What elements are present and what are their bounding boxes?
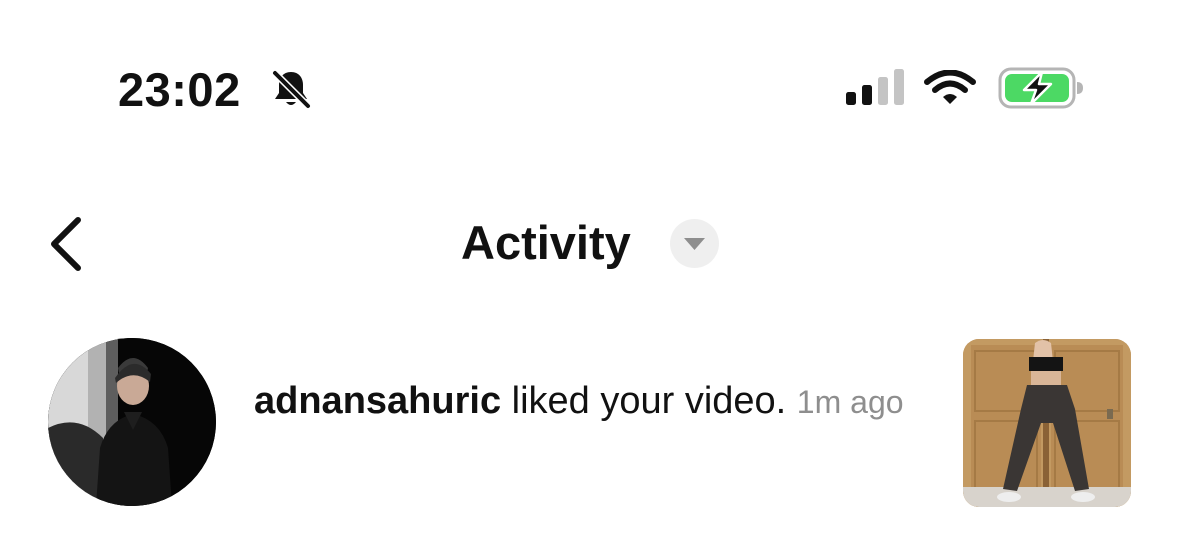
video-thumbnail[interactable] (963, 339, 1131, 507)
activity-filter-dropdown[interactable] (670, 219, 719, 268)
notification-username[interactable]: adnansahuric (254, 380, 501, 422)
avatar-photo (48, 338, 216, 506)
bell-slash-icon (271, 69, 312, 110)
video-thumbnail-image (963, 339, 1131, 507)
notification-text: adnansahuric liked your video. 1m ago (254, 376, 934, 427)
status-time: 23:02 (118, 63, 241, 116)
cellular-signal-icon (846, 69, 904, 105)
notification-action: liked your video. (501, 380, 797, 422)
notification-item[interactable]: adnansahuric liked your video. 1m ago (0, 330, 1179, 520)
user-avatar[interactable] (48, 338, 216, 506)
back-button[interactable] (40, 210, 92, 278)
chevron-left-icon (51, 217, 81, 271)
battery-charging-icon (998, 67, 1083, 109)
caret-down-icon (684, 238, 705, 250)
activity-screen: 23:02 Activity adnansahuric liked your v… (0, 0, 1179, 534)
page-title: Activity (461, 216, 631, 269)
wifi-icon (924, 70, 976, 104)
notification-time: 1m ago (796, 384, 904, 420)
